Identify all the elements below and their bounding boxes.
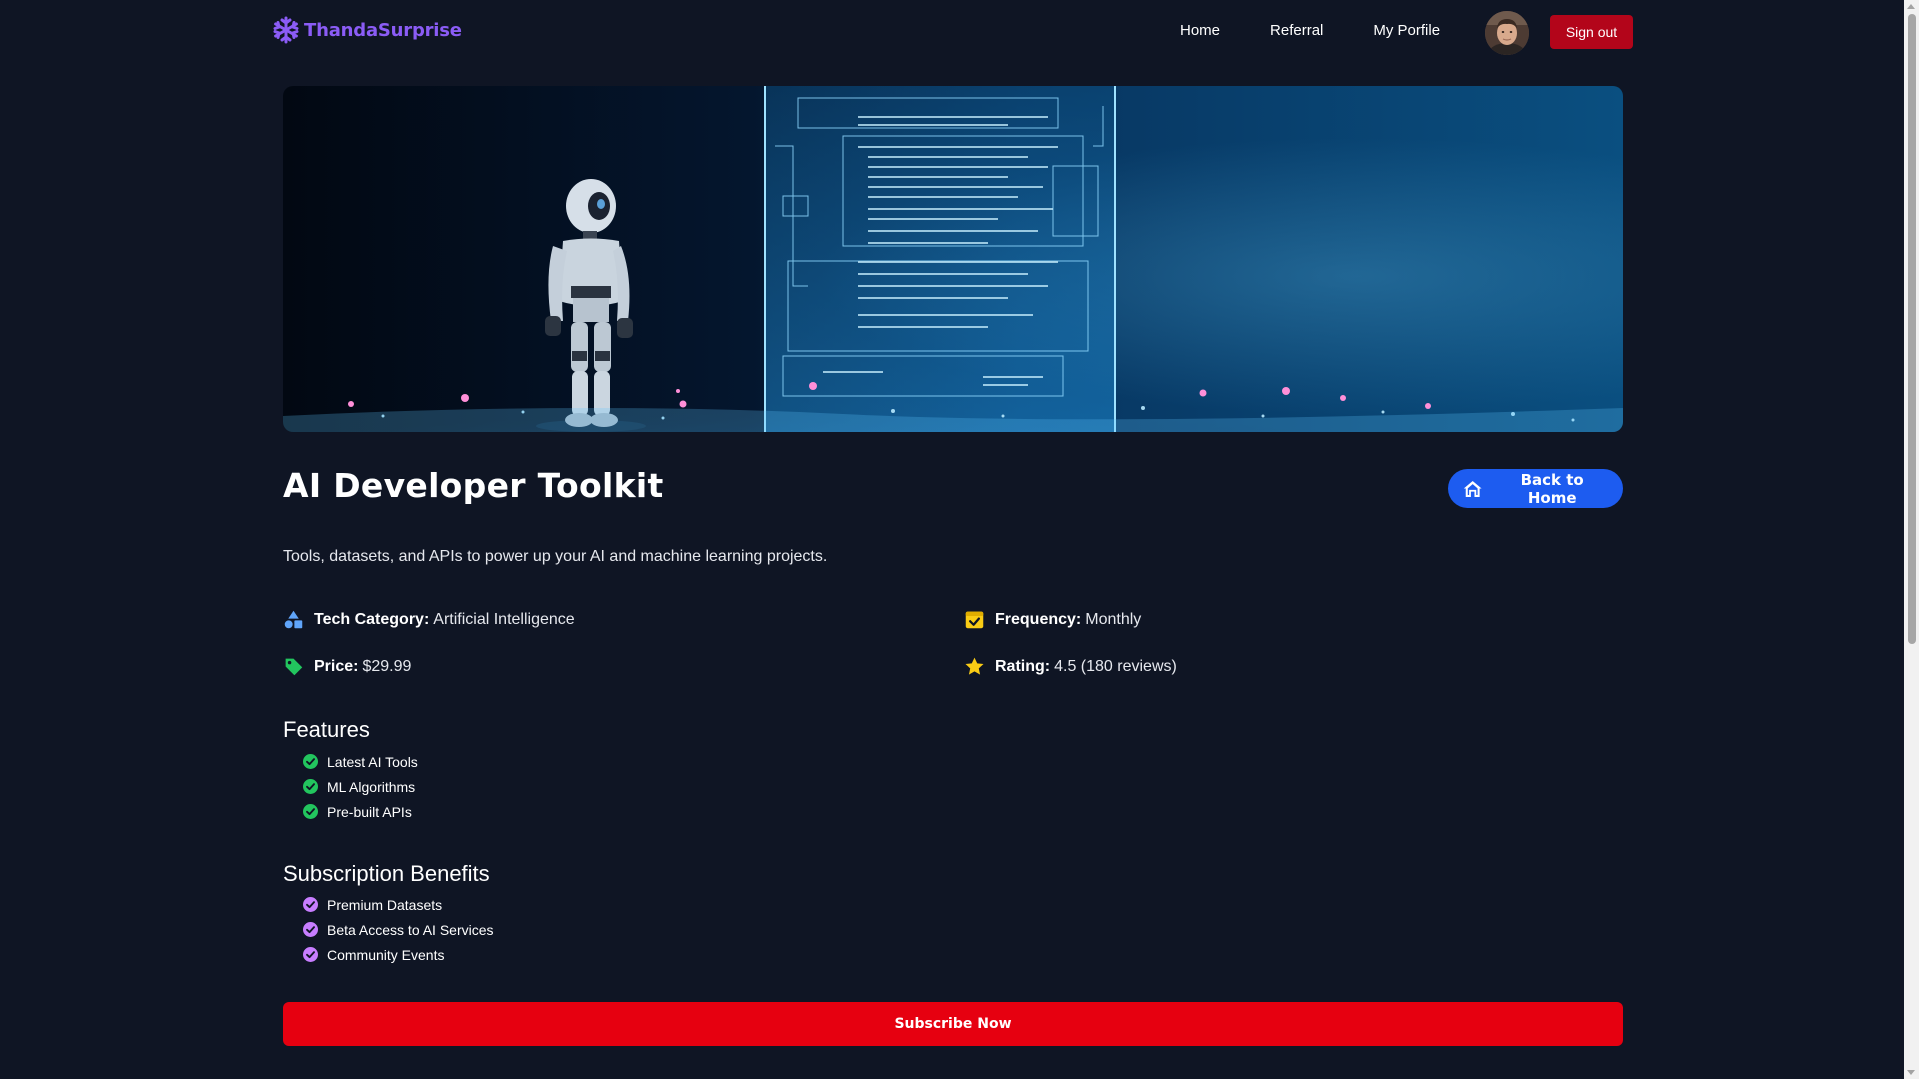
brand-link[interactable]: ThandaSurprise	[272, 16, 462, 44]
nav-link-referral[interactable]: Referral	[1270, 22, 1323, 39]
benefit-label: Community Events	[327, 946, 445, 963]
meta-category: Tech Category: Artificial Intelligence	[283, 609, 575, 630]
check-circle-icon	[303, 947, 318, 962]
benefit-label: Beta Access to AI Services	[327, 921, 494, 938]
check-circle-icon	[303, 804, 318, 819]
back-to-home-label: Back to Home	[1520, 470, 1584, 507]
scroll-thumb[interactable]	[1908, 14, 1916, 644]
meta-frequency-value: Monthly	[1085, 610, 1142, 628]
list-item: Pre-built APIs	[303, 799, 418, 824]
check-circle-icon	[303, 922, 318, 937]
product-title: AI Developer Toolkit	[283, 466, 664, 505]
home-icon	[1463, 480, 1482, 497]
meta-price: Price: $29.99	[283, 656, 411, 677]
scroll-up-arrow-icon[interactable]	[1907, 4, 1915, 9]
feature-label: ML Algorithms	[327, 778, 416, 795]
meta-rating-value: 4.5 (180 reviews)	[1054, 657, 1177, 675]
check-circle-icon	[303, 779, 318, 794]
features-list: Latest AI Tools ML Algorithms Pre-built …	[303, 749, 418, 824]
list-item: Latest AI Tools	[303, 749, 418, 774]
check-circle-icon	[303, 754, 318, 769]
meta-rating-label: Rating:	[995, 657, 1051, 675]
shapes-icon	[284, 610, 303, 629]
user-avatar-icon	[1485, 11, 1529, 55]
calendar-check-icon	[965, 611, 984, 629]
tag-icon	[285, 658, 303, 676]
nav-link-profile[interactable]: My Porfile	[1373, 22, 1440, 39]
meta-frequency-label: Frequency:	[995, 610, 1082, 628]
list-item: Beta Access to AI Services	[303, 917, 494, 942]
star-icon	[965, 657, 984, 675]
list-item: Premium Datasets	[303, 892, 494, 917]
feature-label: Latest AI Tools	[327, 753, 418, 770]
benefit-label: Premium Datasets	[327, 896, 443, 913]
benefits-list: Premium Datasets Beta Access to AI Servi…	[303, 892, 494, 967]
navbar: ThandaSurprise Home Referral My Porfile …	[0, 0, 1900, 66]
meta-frequency: Frequency: Monthly	[964, 609, 1141, 630]
features-heading: Features	[283, 717, 370, 742]
page: ThandaSurprise Home Referral My Porfile …	[0, 0, 1919, 1079]
meta-rating: Rating: 4.5 (180 reviews)	[964, 656, 1177, 677]
list-item: Community Events	[303, 942, 494, 967]
avatar[interactable]	[1485, 11, 1529, 55]
sign-out-button[interactable]: Sign out	[1550, 15, 1633, 49]
product-description: Tools, datasets, and APIs to power up yo…	[283, 548, 828, 565]
benefits-heading: Subscription Benefits	[283, 861, 490, 886]
meta-category-label: Tech Category:	[314, 610, 430, 628]
check-circle-icon	[303, 897, 318, 912]
subscribe-now-button[interactable]: Subscribe Now	[283, 1002, 1623, 1046]
hero-image	[283, 86, 1623, 432]
meta-price-label: Price:	[314, 657, 359, 675]
scroll-down-arrow-icon[interactable]	[1907, 1070, 1915, 1075]
meta-price-value: $29.99	[362, 657, 412, 675]
nav-links: Home Referral My Porfile	[1180, 22, 1490, 39]
feature-label: Pre-built APIs	[327, 803, 412, 820]
meta-category-value: Artificial Intelligence	[433, 610, 575, 628]
list-item: ML Algorithms	[303, 774, 418, 799]
back-to-home-button[interactable]: Back to Home	[1448, 469, 1623, 508]
brand-name: ThandaSurprise	[304, 19, 462, 41]
page-scrollbar[interactable]	[1904, 0, 1919, 1079]
robot-code-illustration	[283, 86, 1623, 432]
snowflake-icon	[273, 16, 299, 44]
nav-link-home[interactable]: Home	[1180, 22, 1220, 39]
